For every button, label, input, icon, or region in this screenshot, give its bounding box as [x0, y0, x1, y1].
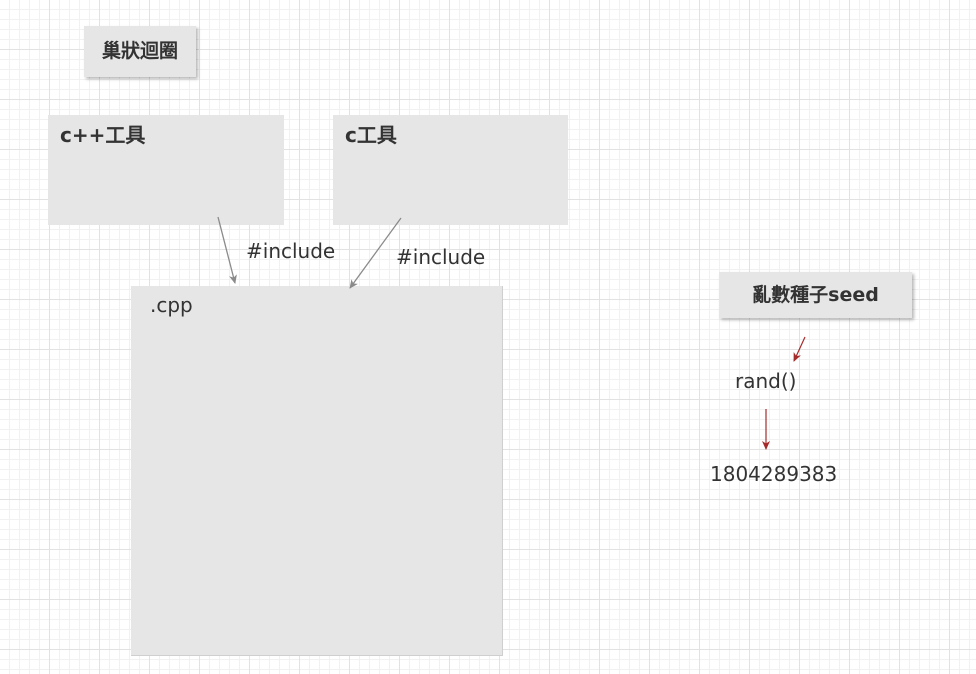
result-label[interactable]: 1804289383 — [710, 464, 837, 484]
seed-box[interactable]: 亂數種子seed — [719, 272, 912, 318]
include-arrow-cpp[interactable] — [217, 216, 237, 284]
title-box[interactable]: 巢狀迴圈 — [84, 26, 196, 77]
c-tools-box[interactable]: c工具 — [333, 115, 568, 225]
cpp-tools-label: c++工具 — [60, 123, 146, 147]
cpp-tools-box[interactable]: c++工具 — [48, 115, 284, 225]
include-label-c[interactable]: #include — [396, 247, 485, 267]
c-tools-label: c工具 — [345, 123, 397, 147]
title-label: 巢狀迴圈 — [101, 40, 178, 62]
cpp-file-box[interactable]: .cpp — [131, 286, 503, 656]
cpp-file-label: .cpp — [150, 293, 193, 317]
rand-label[interactable]: rand() — [735, 371, 796, 391]
include-label-cpp[interactable]: #include — [246, 241, 335, 261]
diagram-canvas: 巢狀迴圈 c++工具 c工具 .cpp 亂數種子seed #include #i… — [0, 0, 976, 674]
seed-to-rand-arrow[interactable] — [793, 336, 806, 362]
include-arrow-c[interactable] — [349, 217, 402, 289]
seed-label: 亂數種子seed — [752, 283, 879, 306]
